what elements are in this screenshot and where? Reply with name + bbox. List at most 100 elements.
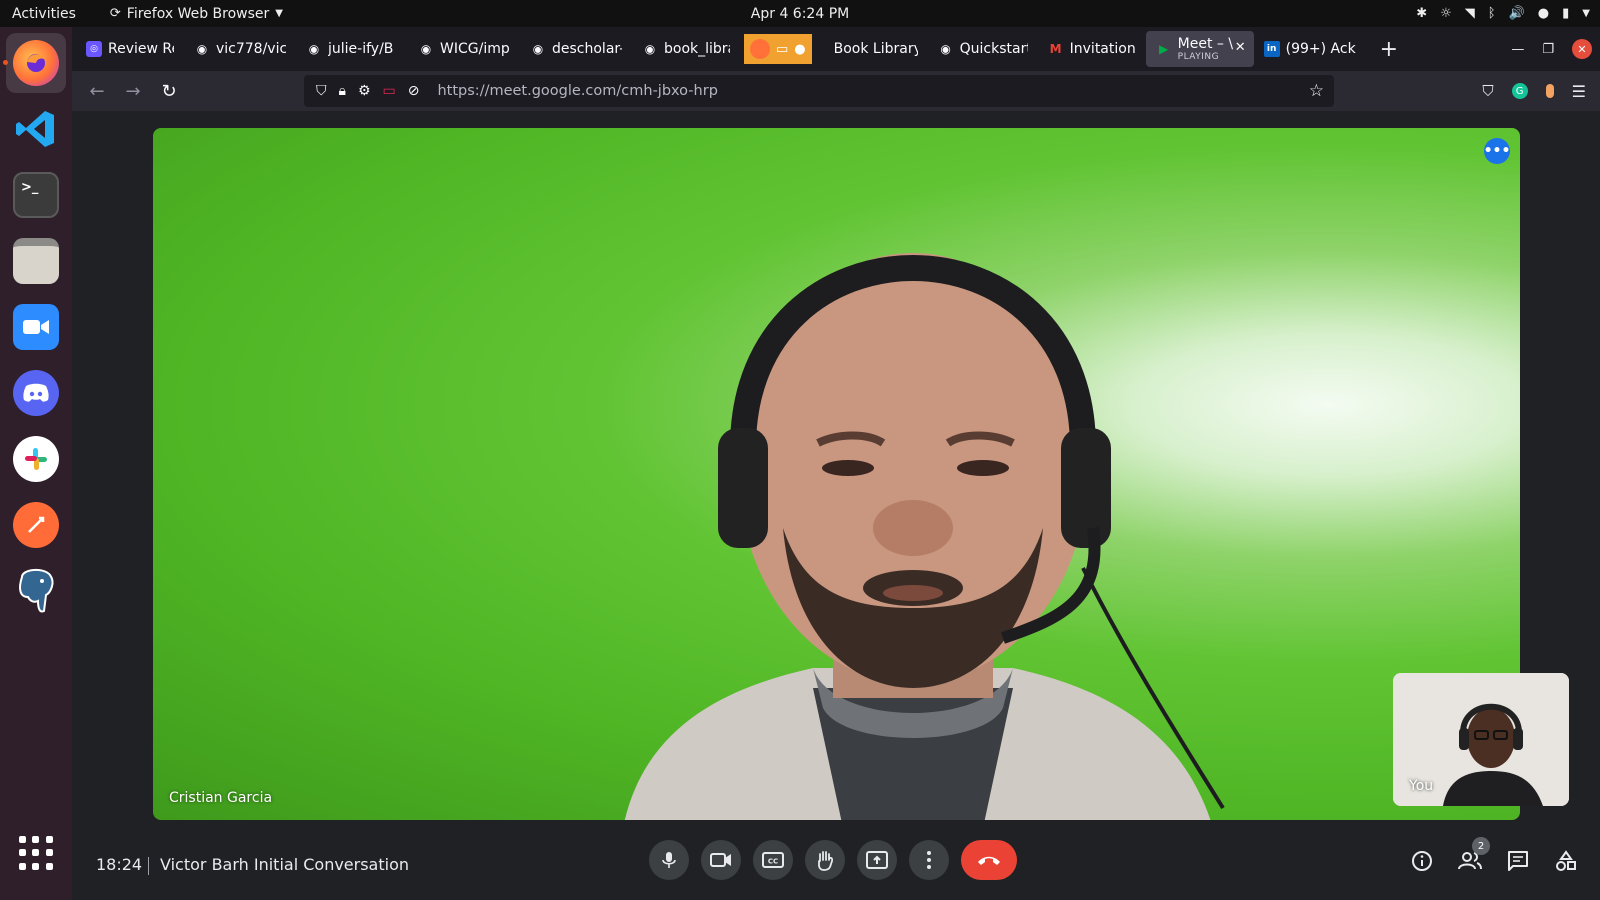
tab-label: Book Library xyxy=(833,41,918,57)
dock-slack[interactable] xyxy=(6,429,66,489)
tab-gmail-invitation[interactable]: M Invitation: xyxy=(1038,31,1146,67)
battery-icon[interactable]: ▮ xyxy=(1562,6,1569,21)
show-apps-grid-icon[interactable] xyxy=(19,836,53,870)
meet-page: ••• Cristian Garcia You 18:24 Victor Bar… xyxy=(72,111,1600,900)
camera-permission-icon[interactable]: ▭ xyxy=(383,83,396,99)
camera-icon xyxy=(710,853,731,867)
svg-text:CC: CC xyxy=(768,858,778,866)
dock-files[interactable] xyxy=(6,231,66,291)
dock-postman[interactable] xyxy=(6,495,66,555)
slack-icon xyxy=(13,436,59,482)
meeting-title: Victor Barh Initial Conversation xyxy=(160,855,410,874)
dock-terminal[interactable]: >_ xyxy=(6,165,66,225)
tab-label: Review Re xyxy=(108,41,174,57)
autoplay-blocked-icon[interactable]: ⊘ xyxy=(408,83,420,99)
tab-book-library[interactable]: Book Library xyxy=(816,31,928,67)
forward-arrow-icon[interactable]: → xyxy=(116,76,150,106)
people-count-badge: 2 xyxy=(1472,837,1490,855)
activities-button[interactable] xyxy=(1554,841,1578,881)
system-tray[interactable]: ✱ ☼ ◥ ᛒ 🔊 ● ▮ ▼ xyxy=(1416,6,1590,21)
tab-label: WICG/imp xyxy=(440,41,510,57)
captions-button[interactable]: CC xyxy=(753,840,793,880)
close-tab-icon[interactable]: ✕ xyxy=(1235,40,1246,55)
postgresql-icon xyxy=(13,568,59,614)
extension-icon[interactable] xyxy=(1545,84,1554,98)
tab-github-descholar[interactable]: ◉ descholar- xyxy=(520,31,632,67)
bookmark-star-icon[interactable]: ☆ xyxy=(1309,81,1324,101)
app-menu-label: Firefox Web Browser xyxy=(126,5,270,22)
present-screen-button[interactable] xyxy=(857,840,897,880)
participant-name-label: Cristian Garcia xyxy=(169,790,273,806)
dock-vscode[interactable] xyxy=(6,99,66,159)
tab-label: Invitation: xyxy=(1069,41,1136,57)
tab-github-julie[interactable]: ◉ julie-ify/B xyxy=(296,31,408,67)
raise-hand-button[interactable] xyxy=(805,840,845,880)
grammarly-icon[interactable]: G xyxy=(1511,83,1528,99)
new-tab-button[interactable]: + xyxy=(1366,37,1412,62)
tab-review[interactable]: ◎ Review Re xyxy=(76,31,184,67)
browser-nav-bar: ← → ↻ ⛉ 🔒︎ ⚙ ▭ ⊘ https://meet.google.com… xyxy=(72,71,1600,111)
toolbar-extensions: ⛉ G ☰ xyxy=(1482,82,1586,101)
vertical-dots-icon xyxy=(927,851,931,869)
leave-call-button[interactable] xyxy=(961,840,1017,880)
meeting-details-button[interactable] xyxy=(1410,841,1434,881)
github-icon: ◉ xyxy=(196,42,208,56)
close-window-icon[interactable]: ✕ xyxy=(1572,39,1592,59)
wifi-icon[interactable]: ◥ xyxy=(1465,6,1475,21)
more-options-icon[interactable]: ••• xyxy=(1484,138,1510,164)
discord-icon xyxy=(13,370,59,416)
hamburger-menu-icon[interactable]: ☰ xyxy=(1572,82,1586,101)
dock-zoom[interactable] xyxy=(6,297,66,357)
microphone-button[interactable] xyxy=(649,840,689,880)
participant-video-frame xyxy=(624,253,1225,820)
pocket-icon[interactable]: ⛉ xyxy=(1482,82,1493,100)
dock-discord[interactable] xyxy=(6,363,66,423)
main-participant-video[interactable]: ••• Cristian Garcia xyxy=(153,128,1520,820)
tab-github-vic778[interactable]: ◉ vic778/vic xyxy=(184,31,296,67)
tab-github-quickstart[interactable]: ◉ Quickstart xyxy=(928,31,1038,67)
dock-postgresql[interactable] xyxy=(6,561,66,621)
tab-github-wicg[interactable]: ◉ WICG/imp xyxy=(408,31,520,67)
url-text[interactable]: https://meet.google.com/cmh-jbxo-hrp xyxy=(437,83,717,99)
tab-label: Meet – \ xyxy=(1177,36,1234,52)
self-view-tile[interactable]: You xyxy=(1393,673,1569,806)
browser-tab-bar: ◎ Review Re ◉ vic778/vic ◉ julie-ify/B ◉… xyxy=(72,27,1600,71)
tracking-shield-icon[interactable]: ⛉ xyxy=(316,83,327,99)
sharing-indicator[interactable]: ▭ ● xyxy=(744,34,812,64)
activities-shapes-icon xyxy=(1556,850,1576,871)
reload-icon[interactable]: ↻ xyxy=(152,76,186,106)
tab-meet-active[interactable]: ▶ Meet – \ PLAYING ✕ xyxy=(1145,31,1254,67)
meet-icon: ▶ xyxy=(1159,42,1169,56)
back-arrow-icon[interactable]: ← xyxy=(80,76,114,106)
people-button[interactable]: 2 xyxy=(1458,837,1490,881)
dock-firefox[interactable] xyxy=(3,33,66,93)
tab-github-book-libra[interactable]: ◉ book_libra xyxy=(632,31,740,67)
chat-icon xyxy=(1508,851,1528,871)
present-screen-icon xyxy=(866,851,888,869)
brightness-icon[interactable]: ☼ xyxy=(1440,6,1452,21)
system-top-bar: Activities ⟳ Firefox Web Browser ▼ Apr 4… xyxy=(0,0,1600,27)
lock-icon[interactable]: 🔒︎ xyxy=(339,83,346,99)
postman-icon xyxy=(13,502,59,548)
minimize-icon[interactable]: — xyxy=(1511,42,1524,57)
call-controls: CC xyxy=(649,840,1017,880)
app-menu[interactable]: ⟳ Firefox Web Browser ▼ xyxy=(110,6,283,22)
firefox-small-icon: ⟳ xyxy=(109,6,121,21)
closed-captions-icon: CC xyxy=(762,852,784,868)
permissions-icon[interactable]: ⚙ xyxy=(358,83,371,99)
chat-button[interactable] xyxy=(1506,841,1530,881)
application-dock: >_ xyxy=(0,27,72,900)
tab-linkedin[interactable]: in (99+) Ackl xyxy=(1254,31,1366,67)
more-options-button[interactable] xyxy=(909,840,949,880)
bluetooth-icon[interactable]: ᛒ xyxy=(1488,6,1496,21)
microphone-icon[interactable]: ● xyxy=(1538,6,1549,21)
url-bar[interactable]: ⛉ 🔒︎ ⚙ ▭ ⊘ https://meet.google.com/cmh-j… xyxy=(304,75,1334,107)
restore-icon[interactable]: ❐ xyxy=(1542,42,1554,57)
slack-tray-icon[interactable]: ✱ xyxy=(1416,6,1427,21)
activities-button[interactable]: Activities xyxy=(0,6,88,22)
camera-button[interactable] xyxy=(701,840,741,880)
volume-icon[interactable]: 🔊 xyxy=(1509,6,1525,21)
system-menu-chevron-icon[interactable]: ▼ xyxy=(1582,8,1590,19)
clock[interactable]: Apr 4 6:24 PM xyxy=(751,6,849,22)
linkedin-icon: in xyxy=(1263,41,1280,57)
